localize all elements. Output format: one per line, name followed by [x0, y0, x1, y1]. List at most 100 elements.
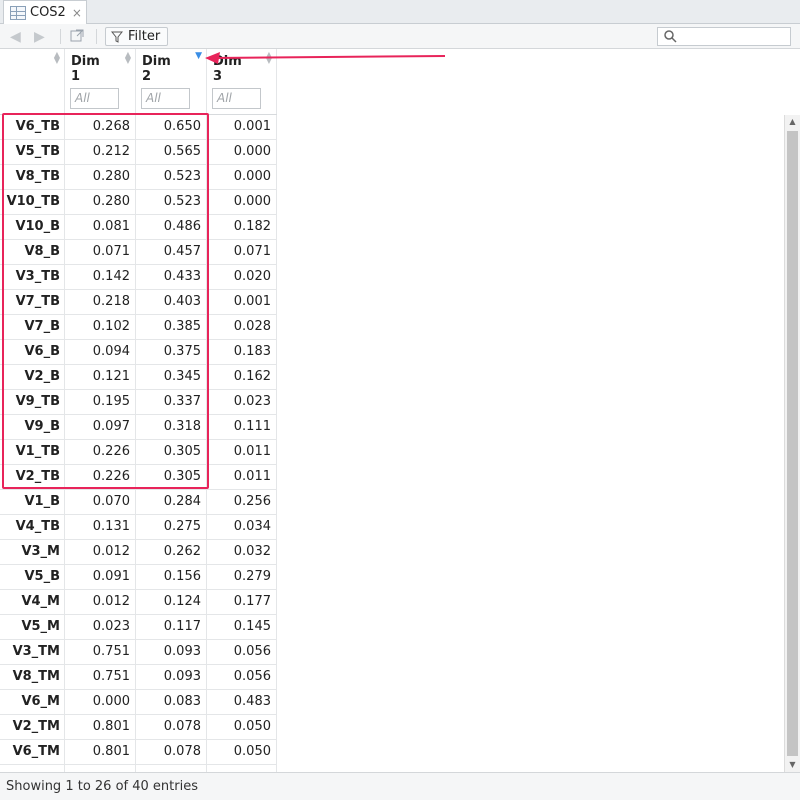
dim1-cell: 0.081	[65, 215, 136, 239]
row-name-cell: V5_TB	[0, 140, 65, 164]
table-row: V9_TB 0.195 0.337 0.023	[0, 390, 277, 415]
column-filter-input[interactable]: All	[70, 88, 119, 109]
table-row: V7_TB 0.218 0.403 0.001	[0, 290, 277, 315]
table-row: V10_B 0.081 0.486 0.182	[0, 215, 277, 240]
dim1-cell: 0.142	[65, 265, 136, 289]
dim3-cell: 0.001	[207, 115, 277, 139]
dim1-cell: 0.226	[65, 440, 136, 464]
row-name-cell: V6_TB	[0, 115, 65, 139]
row-name-cell: V9_B	[0, 415, 65, 439]
scroll-down-icon[interactable]: ▼	[785, 758, 800, 772]
dim3-cell: 0.023	[207, 390, 277, 414]
dim1-cell: 0.280	[65, 190, 136, 214]
dim3-cell: 0.000	[207, 190, 277, 214]
dim3-cell: 0.032	[207, 540, 277, 564]
dim3-cell: 0.011	[207, 465, 277, 489]
dim2-cell: 0.565	[136, 140, 207, 164]
row-name-cell: V4_TB	[0, 515, 65, 539]
toolbar-divider	[96, 29, 97, 44]
dim3-cell: 0.182	[207, 215, 277, 239]
tab-label: COS2	[30, 5, 66, 20]
search-icon	[664, 30, 677, 43]
column-title: Dim 2	[142, 54, 171, 84]
column-filter-input[interactable]: All	[212, 88, 261, 109]
dim1-cell: 0.012	[65, 590, 136, 614]
scroll-up-icon[interactable]: ▲	[785, 115, 800, 129]
vertical-scrollbar[interactable]: ▲ ▼	[784, 115, 800, 772]
dim1-cell: 0.801	[65, 740, 136, 764]
dim2-cell: 0.305	[136, 440, 207, 464]
sort-descending-icon: ▼	[195, 51, 202, 61]
dim3-cell: 0.279	[207, 565, 277, 589]
dim2-cell: 0.433	[136, 265, 207, 289]
table-row: V1_B 0.070 0.284 0.256	[0, 490, 277, 515]
dim3-cell: 0.145	[207, 615, 277, 639]
dim1-cell: 0.131	[65, 515, 136, 539]
row-name-cell: V9_TB	[0, 390, 65, 414]
row-name-cell: V8_B	[0, 240, 65, 264]
row-name-cell: V2_B	[0, 365, 65, 389]
row-name-cell: V5_B	[0, 565, 65, 589]
search-input[interactable]	[657, 27, 791, 46]
sort-icon: ▲ ▼	[53, 50, 60, 65]
column-header-dim3[interactable]: Dim 3 ▲ ▼ All	[207, 49, 277, 114]
row-name-cell: V2_TM	[0, 715, 65, 739]
dim3-cell: 0.011	[207, 440, 277, 464]
forward-arrow-icon[interactable]: ▶	[34, 29, 45, 45]
close-icon[interactable]: ×	[72, 6, 82, 20]
dim2-cell: 0.156	[136, 565, 207, 589]
dim1-cell: 0.751	[65, 665, 136, 689]
table-row: V3_TM 0.751 0.093 0.056	[0, 640, 277, 665]
dim3-cell: 0.000	[207, 140, 277, 164]
filter-button[interactable]: Filter	[105, 27, 168, 46]
dim3-cell: 0.177	[207, 590, 277, 614]
dim1-cell: 0.268	[65, 115, 136, 139]
column-header-dim2[interactable]: Dim 2 ▼ All	[136, 49, 207, 114]
column-header-rownames[interactable]: ▲ ▼	[0, 49, 65, 114]
row-name-cell: V3_M	[0, 540, 65, 564]
dim1-cell: 0.280	[65, 165, 136, 189]
dim3-cell: 0.056	[207, 665, 277, 689]
back-arrow-icon[interactable]: ◀	[10, 29, 21, 45]
table-icon	[10, 5, 26, 20]
dim2-cell: 0.093	[136, 665, 207, 689]
open-in-window-icon[interactable]	[70, 29, 84, 42]
dim3-cell: 0.050	[207, 715, 277, 739]
dim1-cell: 0.212	[65, 140, 136, 164]
table-row: V5_B 0.091 0.156 0.279	[0, 565, 277, 590]
dim2-cell: 0.275	[136, 515, 207, 539]
dim2-cell: 0.523	[136, 190, 207, 214]
dim3-cell: 0.483	[207, 690, 277, 714]
column-filter-input[interactable]: All	[141, 88, 190, 109]
dim2-cell: 0.337	[136, 390, 207, 414]
table-row: V9_B 0.097 0.318 0.111	[0, 415, 277, 440]
row-name-cell: V1_B	[0, 490, 65, 514]
dim3-cell: 0.020	[207, 265, 277, 289]
row-name-cell: V8_TB	[0, 165, 65, 189]
dim1-cell: 0.121	[65, 365, 136, 389]
row-name-cell: V8_TM	[0, 665, 65, 689]
dim2-cell: 0.385	[136, 315, 207, 339]
dim2-cell: 0.318	[136, 415, 207, 439]
row-name-cell: V6_TM	[0, 740, 65, 764]
table-row: V1_TB 0.226 0.305 0.011	[0, 440, 277, 465]
dim2-cell: 0.262	[136, 540, 207, 564]
tab-cos2[interactable]: COS2 ×	[3, 0, 87, 24]
dim1-cell	[65, 765, 136, 772]
table-row: V4_M 0.012 0.124 0.177	[0, 590, 277, 615]
table-row: V2_TM 0.801 0.078 0.050	[0, 715, 277, 740]
table-row: V6_B 0.094 0.375 0.183	[0, 340, 277, 365]
scrollbar-thumb[interactable]	[787, 131, 798, 756]
column-header-dim1[interactable]: Dim 1 ▲ ▼ All	[65, 49, 136, 114]
dim2-cell: 0.523	[136, 165, 207, 189]
dim1-cell: 0.070	[65, 490, 136, 514]
row-name-cell: V10_TB	[0, 190, 65, 214]
row-name-cell	[0, 765, 65, 772]
filter-button-label: Filter	[128, 29, 161, 44]
sort-icon: ▲ ▼	[265, 50, 272, 65]
dim2-cell: 0.305	[136, 465, 207, 489]
table-row: V6_TB 0.268 0.650 0.001	[0, 115, 277, 140]
sort-icon: ▲ ▼	[124, 50, 131, 65]
table-row	[0, 765, 277, 772]
dim1-cell: 0.094	[65, 340, 136, 364]
